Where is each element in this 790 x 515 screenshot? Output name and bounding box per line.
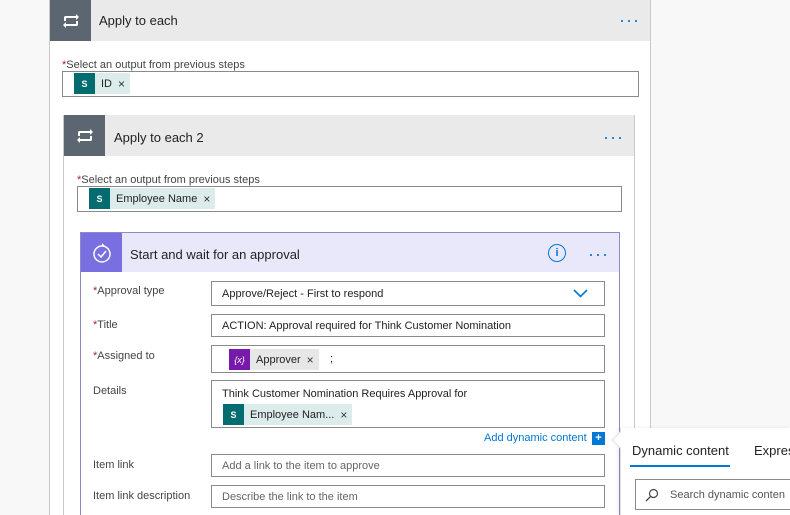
sharepoint-icon: S <box>89 188 110 209</box>
apply-to-each-title: Apply to each <box>99 13 178 28</box>
apply-to-each-header[interactable]: Apply to each ··· <box>50 0 650 41</box>
search-icon <box>645 488 659 502</box>
remove-token-icon[interactable]: × <box>203 192 210 206</box>
details-text: Think Customer Nomination Requires Appro… <box>222 388 468 400</box>
token-label: Employee Nam... <box>250 408 335 421</box>
title-input[interactable]: ACTION: Approval required for Think Cust… <box>211 314 605 337</box>
approval-type-label: *Approval type <box>93 285 165 297</box>
more-options-icon[interactable]: ··· <box>603 128 624 146</box>
approval-type-select[interactable]: Approve/Reject - First to respond <box>211 281 605 306</box>
approver-token: {x} Approver × <box>229 349 319 370</box>
select-output-input[interactable]: S Employee Name × <box>77 186 622 212</box>
info-icon[interactable]: i <box>548 244 566 262</box>
item-link-description-label: Item link description <box>93 490 191 502</box>
details-input[interactable]: Think Customer Nomination Requires Appro… <box>211 380 605 428</box>
more-options-icon[interactable]: ··· <box>619 11 640 29</box>
details-label: Details <box>93 385 127 397</box>
approval-type-value: Approve/Reject - First to respond <box>222 287 384 300</box>
output-token-employee-name: S Employee Name × <box>89 188 216 209</box>
search-dynamic-content-input[interactable]: Search dynamic conten <box>635 479 790 510</box>
chevron-down-icon[interactable] <box>573 289 588 298</box>
select-output-label: *Select an output from previous steps <box>77 174 260 186</box>
dynamic-content-panel: Dynamic content Expres Search dynamic co… <box>611 428 790 515</box>
item-link-placeholder: Add a link to the item to approve <box>222 459 380 472</box>
title-label: *Title <box>93 319 118 331</box>
apply-to-each-2-title: Apply to each 2 <box>114 130 204 145</box>
select-output-input[interactable]: S ID × <box>62 71 639 97</box>
remove-token-icon[interactable]: × <box>340 408 347 422</box>
select-output-label: *Select an output from previous steps <box>62 59 245 71</box>
more-options-icon[interactable]: ··· <box>588 245 609 263</box>
approval-icon <box>81 233 122 272</box>
assigned-to-separator: ; <box>330 353 334 365</box>
start-and-wait-approval-card: Start and wait for an approval i ··· *Ap… <box>80 232 620 515</box>
active-tab-indicator <box>630 465 730 467</box>
tab-expression[interactable]: Expres <box>754 443 790 458</box>
loop-icon <box>64 115 105 156</box>
remove-token-icon[interactable]: × <box>307 353 314 367</box>
approval-title: Start and wait for an approval <box>130 247 300 262</box>
apply-to-each-2-header[interactable]: Apply to each 2 ··· <box>64 115 634 156</box>
title-value: ACTION: Approval required for Think Cust… <box>222 319 511 332</box>
token-label: Employee Name <box>116 192 198 205</box>
variable-icon: {x} <box>229 349 250 370</box>
token-label: ID <box>101 77 112 90</box>
approval-header[interactable]: Start and wait for an approval i ··· <box>81 233 619 272</box>
sharepoint-icon: S <box>74 73 95 94</box>
loop-icon <box>50 0 91 41</box>
add-dynamic-content-icon[interactable]: + <box>592 432 605 445</box>
item-link-description-input[interactable]: Describe the link to the item <box>211 485 605 508</box>
tab-dynamic-content[interactable]: Dynamic content <box>632 443 729 458</box>
assigned-to-input[interactable]: {x} Approver × ; <box>211 345 605 373</box>
employee-name-token: S Employee Nam... × <box>223 404 353 425</box>
output-token-id: S ID × <box>74 73 131 94</box>
search-placeholder: Search dynamic conten <box>670 489 785 501</box>
sharepoint-icon: S <box>223 404 244 425</box>
assigned-to-label: *Assigned to <box>93 350 155 362</box>
item-link-input[interactable]: Add a link to the item to approve <box>211 454 605 477</box>
item-link-description-placeholder: Describe the link to the item <box>222 490 358 503</box>
add-dynamic-content-link[interactable]: Add dynamic content <box>484 432 587 444</box>
remove-token-icon[interactable]: × <box>118 77 125 91</box>
item-link-label: Item link <box>93 459 134 471</box>
token-label: Approver <box>256 353 301 366</box>
